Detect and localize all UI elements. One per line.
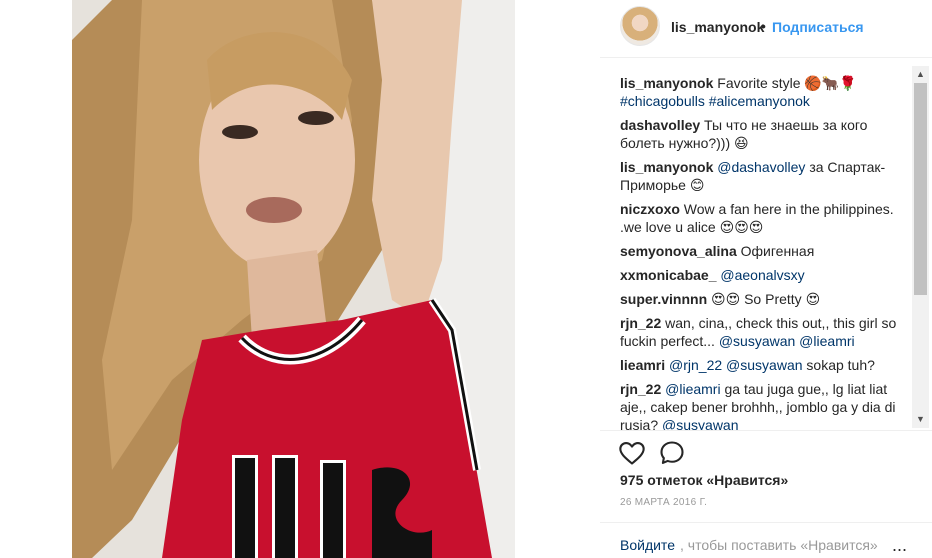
scrollbar-thumb[interactable] <box>914 83 927 295</box>
post-actions <box>600 430 932 470</box>
login-prompt-text: , чтобы поставить «Нравится» <box>680 537 878 553</box>
comment-username[interactable]: dashavolley <box>620 117 700 133</box>
comment-icon[interactable] <box>658 439 686 467</box>
comment-mention[interactable]: @susyawan <box>662 417 738 430</box>
comment-username[interactable]: lis_manyonok <box>620 159 713 175</box>
comment-mention[interactable]: @dashavolley <box>717 159 805 175</box>
likes-count[interactable]: 975 отметок «Нравится» <box>620 472 788 488</box>
comment-username[interactable]: xxmonicabae_ <box>620 267 717 283</box>
comment-item: super.vinnnn 😍😍 So Pretty 😍 <box>620 290 910 308</box>
comment-item: dashavolley Ты что не знаешь за кого бол… <box>620 116 910 152</box>
comment-text: Favorite style 🏀🐂🌹 <box>717 75 857 91</box>
comment-item: lis_manyonok @dashavolley за Спартак-При… <box>620 158 910 194</box>
add-comment-section: Войдите , чтобы поставить «Нравится» ... <box>600 522 932 558</box>
more-options-icon[interactable]: ... <box>892 535 907 556</box>
comment-mention[interactable]: @lieamri <box>665 381 720 397</box>
comment-mention[interactable]: @rjn_22 @susyawan <box>669 357 803 373</box>
comment-username[interactable]: semyonova_alina <box>620 243 737 259</box>
comments-list[interactable]: lis_manyonok Favorite style 🏀🐂🌹 #chicago… <box>620 74 910 430</box>
login-link[interactable]: Войдите <box>620 537 675 553</box>
post-date: 26 МАРТА 2016 Г. <box>620 497 708 508</box>
header-separator-dot: • <box>761 18 766 34</box>
avatar[interactable] <box>620 6 660 46</box>
heart-icon[interactable] <box>618 439 646 467</box>
follow-button[interactable]: Подписаться <box>772 19 864 35</box>
comment-username[interactable]: super.vinnnn <box>620 291 707 307</box>
comment-text: Офигенная <box>740 243 815 259</box>
comment-item: semyonova_alina Офигенная <box>620 242 910 260</box>
comment-mention[interactable]: @susyawan @lieamri <box>719 333 855 349</box>
post-photo[interactable] <box>72 0 515 558</box>
comment-text: 😍😍 So Pretty 😍 <box>711 291 821 307</box>
comment-item: xxmonicabae_ @aeonalvsxy <box>620 266 910 284</box>
comments-scrollbar[interactable]: ▲ ▼ <box>912 66 929 428</box>
photo-illustration <box>72 0 515 558</box>
comment-username[interactable]: lis_manyonok <box>620 75 713 91</box>
comment-item: rjn_22 @lieamri ga tau juga gue,, lg lia… <box>620 380 910 430</box>
comment-item: niczxoxo Wow a fan here in the philippin… <box>620 200 910 236</box>
scroll-down-icon[interactable]: ▼ <box>912 411 929 428</box>
comment-username[interactable]: lieamri <box>620 357 665 373</box>
post-header: lis_manyonok • Подписаться <box>600 0 932 58</box>
comment-item: lieamri @rjn_22 @susyawan sokap tuh? <box>620 356 910 374</box>
comment-text: sokap tuh? <box>806 357 875 373</box>
comment-hashtags[interactable]: #chicagobulls #alicemanyonok <box>620 93 810 109</box>
header-username[interactable]: lis_manyonok <box>671 19 764 35</box>
comment-item: lis_manyonok Favorite style 🏀🐂🌹 #chicago… <box>620 74 910 110</box>
comment-item: rjn_22 wan, cina,, check this out,, this… <box>620 314 910 350</box>
comment-mention[interactable]: @aeonalvsxy <box>720 267 804 283</box>
comment-username[interactable]: rjn_22 <box>620 315 661 331</box>
comment-username[interactable]: rjn_22 <box>620 381 661 397</box>
comment-username[interactable]: niczxoxo <box>620 201 680 217</box>
post-media-area <box>0 0 600 558</box>
scroll-up-icon[interactable]: ▲ <box>912 66 929 83</box>
